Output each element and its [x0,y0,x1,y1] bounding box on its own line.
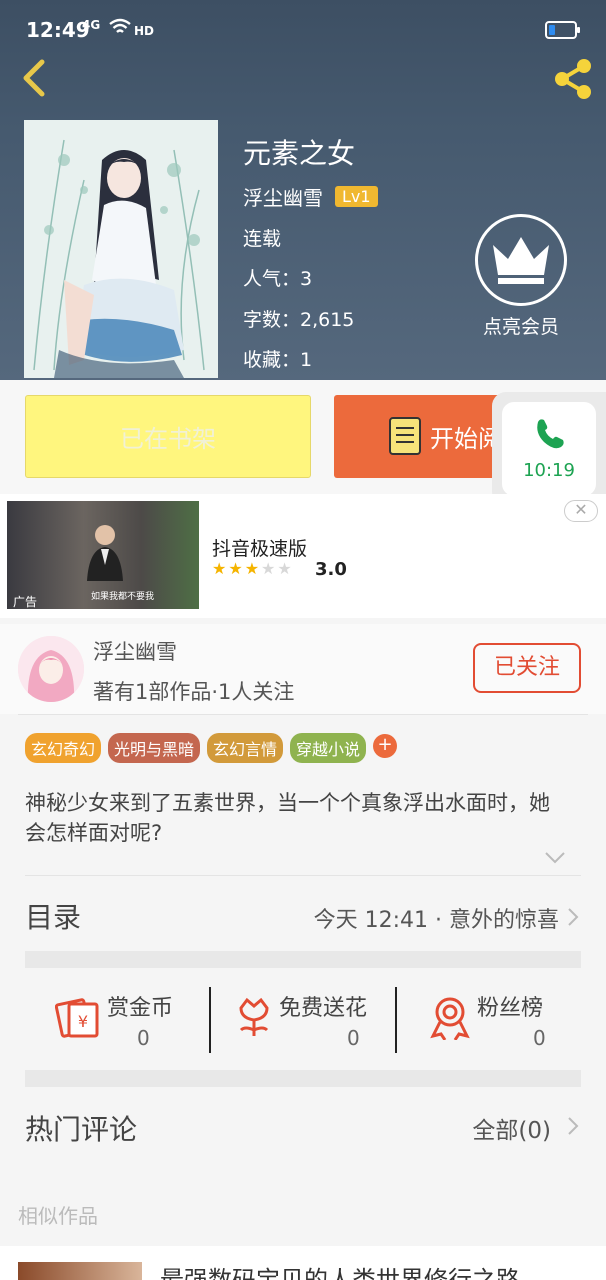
reward-coins[interactable]: ¥ 赏金币 0 [25,972,209,1068]
book-favorites: 收藏：1 [243,349,313,371]
similar-work-item[interactable]: 最强数码宝贝的人类世界修行之路 [0,1246,606,1280]
vip-label: 点亮会员 [482,316,559,338]
vip-button[interactable]: 点亮会员 [474,214,568,339]
hot-comments-label: 热门评论 [25,1113,138,1146]
add-tag-icon[interactable]: + [373,734,398,758]
tag-item[interactable]: 穿越小说 [290,733,367,763]
ad-close-icon[interactable]: ✕ [564,500,598,522]
reward-count: 0 [137,1026,150,1050]
book-icon [389,417,421,455]
avatar[interactable] [18,636,84,702]
crown-icon [475,214,567,306]
similar-works-label: 相似作品 [18,1204,98,1228]
flower-icon [239,997,269,1036]
ad-thumbnail[interactable]: 如果我都不要我 广告 [7,501,199,609]
svg-text:¥: ¥ [78,1012,88,1031]
reward-label: 免费送花 [279,996,368,1021]
status-time: 12:49 [26,18,90,42]
network-indicator: 4G [82,18,101,32]
tag-list: 玄幻奇幻 光明与黑暗 玄幻言情 穿越小说 + [25,733,398,763]
call-duration: 10:19 [523,460,575,481]
call-widget-inner[interactable]: 10:19 [502,402,596,496]
rewards-section: ¥ 赏金币 0 免费送花 0 粉丝榜 0 [25,972,581,1068]
cover-illustration [24,120,218,378]
section-separator [25,1070,581,1087]
author-card-stats: 著有1部作品·1人关注 [93,680,295,704]
tag-item[interactable]: 玄幻奇幻 [25,733,102,763]
reward-count: 0 [533,1026,546,1050]
book-status: 连载 [243,228,282,250]
similar-work-title[interactable]: 最强数码宝贝的人类世界修行之路 [160,1260,520,1280]
chevron-right-icon [568,908,579,926]
author-card-name[interactable]: 浮尘幽雪 [93,636,177,666]
all-comments-link[interactable]: 全部(0) [472,1111,551,1145]
in-bookshelf-button[interactable]: 已在书架 [25,395,311,478]
tag-item[interactable]: 光明与黑暗 [108,733,201,763]
ad-person-image [87,525,123,581]
ad-rating-value: 3.0 [315,559,347,580]
author-name[interactable]: 浮尘幽雪 [243,182,323,211]
ad-tag: 广告 [13,595,38,609]
hd-indicator: HD [134,24,155,38]
book-word-count: 字数：2,615 [243,309,355,331]
reward-flowers[interactable]: 免费送花 0 [211,972,395,1068]
book-header: 12:49 4G HD 元素之女 浮尘幽雪 Lv1 连载 人气：3 字数：2,6… [0,0,606,380]
ad-rating-stars: ★★★★★ [212,559,294,578]
ad-title[interactable]: 抖音极速版 [212,534,307,561]
author-card[interactable]: 浮尘幽雪 著有1部作品·1人关注 已关注 [0,624,606,714]
book-title: 元素之女 [243,137,356,170]
similar-work-cover[interactable] [18,1262,142,1280]
book-cover[interactable] [24,120,218,378]
book-popularity: 人气：3 [243,268,313,290]
chevron-right-icon[interactable] [567,1116,579,1136]
battery-icon [545,21,580,39]
hot-comments-row: 热门评论 全部(0) [25,1100,581,1156]
phone-icon [537,419,564,449]
ad-caption: 如果我都不要我 [91,592,155,602]
book-synopsis: 神秘少女来到了五素世界，当一个个真象浮出水面时，她会怎样面对呢? [25,791,550,845]
toc-label: 目录 [25,901,82,934]
tag-item[interactable]: 玄幻言情 [207,733,284,763]
chevron-down-icon[interactable] [544,848,566,868]
divider [18,714,588,715]
fan-medal-icon [430,997,470,1040]
divider [25,875,581,876]
reward-fan-ranking[interactable]: 粉丝榜 0 [397,972,581,1068]
latest-chapter[interactable]: 今天 12:41 · 意外的惊喜 [314,902,559,934]
call-floating-widget[interactable]: 10:19 [492,392,606,506]
section-separator [25,951,581,968]
back-arrow-icon[interactable] [14,56,54,100]
gold-coin-icon: ¥ [55,998,99,1038]
status-bar: 12:49 4G HD [0,0,606,46]
follow-button[interactable]: 已关注 [473,643,581,693]
reward-count: 0 [347,1026,360,1050]
share-icon[interactable] [548,56,598,102]
level-badge: Lv1 [335,186,378,207]
reward-label: 粉丝榜 [477,996,544,1021]
table-of-contents-row[interactable]: 目录 今天 12:41 · 意外的惊喜 [25,886,581,948]
wifi-icon [109,18,131,33]
reward-label: 赏金币 [107,996,174,1021]
author-row[interactable]: 浮尘幽雪 Lv1 [243,182,378,211]
